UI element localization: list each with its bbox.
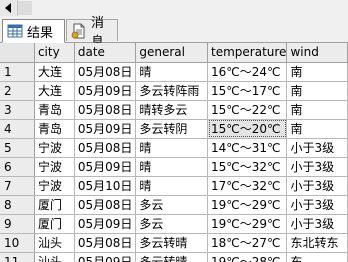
- row-number[interactable]: 8: [0, 195, 35, 215]
- city-cell[interactable]: 大连: [34, 62, 75, 82]
- date-cell[interactable]: 05月08日: [74, 195, 137, 215]
- wind-cell[interactable]: 东北转东: [286, 233, 348, 253]
- general-cell[interactable]: 晴: [135, 176, 208, 196]
- wind-cell[interactable]: 小于3级: [286, 195, 348, 215]
- grid-body: 1 大连 05月08日晴 16℃～24℃ 南 2 大连 05月09日 多云转阵雨 15℃～17℃ 南…: [0, 62, 348, 262]
- query-results-window: 结果 消息 city date general temperature wind…: [0, 0, 348, 262]
- wind-cell[interactable]: 南: [286, 81, 348, 101]
- general-cell[interactable]: 多云: [135, 195, 208, 215]
- table-row[interactable]: 9 厦门 05月09日 多云 19℃～29℃ 小于3级: [0, 214, 348, 234]
- date-cell[interactable]: 05月09日: [74, 81, 137, 101]
- table-row[interactable]: 7 宁波 05月10日晴 17℃～32℃ 小于3级: [0, 176, 348, 196]
- temperature-cell[interactable]: 19℃～28℃: [207, 252, 288, 262]
- wind-cell[interactable]: 小于3级: [286, 214, 348, 234]
- column-header-date[interactable]: date: [74, 43, 137, 63]
- header-row: city date general temperature wind: [0, 43, 348, 63]
- city-cell[interactable]: 青岛: [34, 100, 75, 120]
- city-cell[interactable]: 宁波: [34, 138, 75, 158]
- date-cell[interactable]: 05月08日: [74, 62, 137, 82]
- date-cell[interactable]: 05月10日: [74, 176, 137, 196]
- general-cell[interactable]: 晴: [135, 157, 208, 177]
- select-all-corner[interactable]: [0, 43, 35, 63]
- general-cell[interactable]: 多云转阴: [135, 119, 208, 139]
- column-header-temperature[interactable]: temperature: [207, 43, 288, 63]
- tab-results-label: 结果: [27, 25, 54, 41]
- general-cell[interactable]: 晴转多云: [135, 100, 208, 120]
- table-row[interactable]: 11 汕头 05月09日 多云转晴 19℃～28℃ 东: [0, 252, 348, 262]
- column-header-city[interactable]: city: [34, 43, 75, 63]
- row-number[interactable]: 7: [0, 176, 35, 196]
- wind-cell[interactable]: 南: [286, 62, 348, 82]
- city-cell[interactable]: 大连: [34, 81, 75, 101]
- temperature-cell[interactable]: 14℃～31℃: [207, 138, 288, 158]
- result-tabs: 结果 消息: [0, 16, 348, 50]
- general-cell[interactable]: 多云转晴: [135, 252, 208, 262]
- temperature-cell[interactable]: 18℃～27℃: [207, 233, 288, 253]
- date-cell[interactable]: 05月09日: [74, 252, 137, 262]
- date-cell[interactable]: 05月08日: [74, 100, 137, 120]
- date-cell[interactable]: 05月08日: [74, 138, 137, 158]
- scroll-left-button[interactable]: [0, 0, 18, 16]
- wind-cell[interactable]: 小于3级: [286, 138, 348, 158]
- city-cell[interactable]: 厦门: [34, 214, 75, 234]
- arrow-left-icon: [5, 3, 11, 13]
- city-cell[interactable]: 汕头: [34, 233, 75, 253]
- table-row[interactable]: 1 大连 05月08日晴 16℃～24℃ 南: [0, 62, 348, 82]
- table-row[interactable]: 6 宁波 05月09日晴 15℃～32℃ 小于3级: [0, 157, 348, 177]
- table-row[interactable]: 8 厦门 05月08日 多云 19℃～29℃ 小于3级: [0, 195, 348, 215]
- general-cell[interactable]: 晴: [135, 62, 208, 82]
- table-row[interactable]: 5 宁波 05月08日晴 14℃～31℃ 小于3级: [0, 138, 348, 158]
- city-cell[interactable]: 汕头: [34, 252, 75, 262]
- column-header-general[interactable]: general: [135, 43, 208, 63]
- row-number[interactable]: 4: [0, 119, 35, 139]
- grid-results-icon: [7, 23, 23, 39]
- temperature-cell[interactable]: 19℃～29℃: [207, 195, 288, 215]
- temperature-cell[interactable]: 15℃～17℃: [207, 81, 288, 101]
- wind-cell[interactable]: 南: [286, 119, 348, 139]
- general-cell[interactable]: 多云转晴: [135, 233, 208, 253]
- date-cell[interactable]: 05月09日: [74, 119, 137, 139]
- message-document-icon: [71, 23, 87, 39]
- wind-cell[interactable]: 小于3级: [286, 157, 348, 177]
- results-table: city date general temperature wind 1 大连 05…: [0, 43, 348, 262]
- table-row[interactable]: 2 大连 05月09日 多云转阵雨 15℃～17℃ 南: [0, 81, 348, 101]
- temperature-cell[interactable]: 15℃～20℃: [207, 119, 288, 139]
- row-number[interactable]: 1: [0, 62, 35, 82]
- wind-cell[interactable]: 东: [286, 252, 348, 262]
- temperature-cell[interactable]: 15℃～22℃: [207, 100, 288, 120]
- city-cell[interactable]: 厦门: [34, 195, 75, 215]
- row-number[interactable]: 2: [0, 81, 35, 101]
- row-number[interactable]: 9: [0, 214, 35, 234]
- row-number[interactable]: 5: [0, 138, 35, 158]
- city-cell[interactable]: 青岛: [34, 119, 75, 139]
- date-cell[interactable]: 05月09日: [74, 214, 137, 234]
- horizontal-scrollbar[interactable]: [0, 0, 348, 18]
- row-number[interactable]: 11: [0, 252, 35, 262]
- wind-cell[interactable]: 南: [286, 100, 348, 120]
- temperature-cell[interactable]: 15℃～32℃: [207, 157, 288, 177]
- row-number[interactable]: 3: [0, 100, 35, 120]
- scroll-thumb[interactable]: [18, 1, 32, 15]
- results-grid[interactable]: city date general temperature wind 1 大连 05…: [0, 43, 348, 262]
- temperature-cell[interactable]: 17℃～32℃: [207, 176, 288, 196]
- wind-cell[interactable]: 小于3级: [286, 176, 348, 196]
- tab-results[interactable]: 结果: [2, 19, 65, 43]
- general-cell[interactable]: 多云转阵雨: [135, 81, 208, 101]
- table-row[interactable]: 3 青岛 05月08日 晴转多云 15℃～22℃ 南: [0, 100, 348, 120]
- city-cell[interactable]: 宁波: [34, 176, 75, 196]
- temperature-cell[interactable]: 19℃～29℃: [207, 214, 288, 234]
- table-row[interactable]: 4 青岛 05月09日 多云转阴 15℃～20℃ 南: [0, 119, 348, 139]
- date-cell[interactable]: 05月09日: [74, 157, 137, 177]
- city-cell[interactable]: 宁波: [34, 157, 75, 177]
- temperature-cell[interactable]: 16℃～24℃: [207, 62, 288, 82]
- row-number[interactable]: 10: [0, 233, 35, 253]
- table-row[interactable]: 10 汕头 05月08日 多云转晴 18℃～27℃ 东北转东: [0, 233, 348, 253]
- general-cell[interactable]: 晴: [135, 138, 208, 158]
- row-number[interactable]: 6: [0, 157, 35, 177]
- general-cell[interactable]: 多云: [135, 214, 208, 234]
- date-cell[interactable]: 05月08日: [74, 233, 137, 253]
- column-header-wind[interactable]: wind: [286, 43, 348, 63]
- tab-messages[interactable]: 消息: [66, 16, 118, 50]
